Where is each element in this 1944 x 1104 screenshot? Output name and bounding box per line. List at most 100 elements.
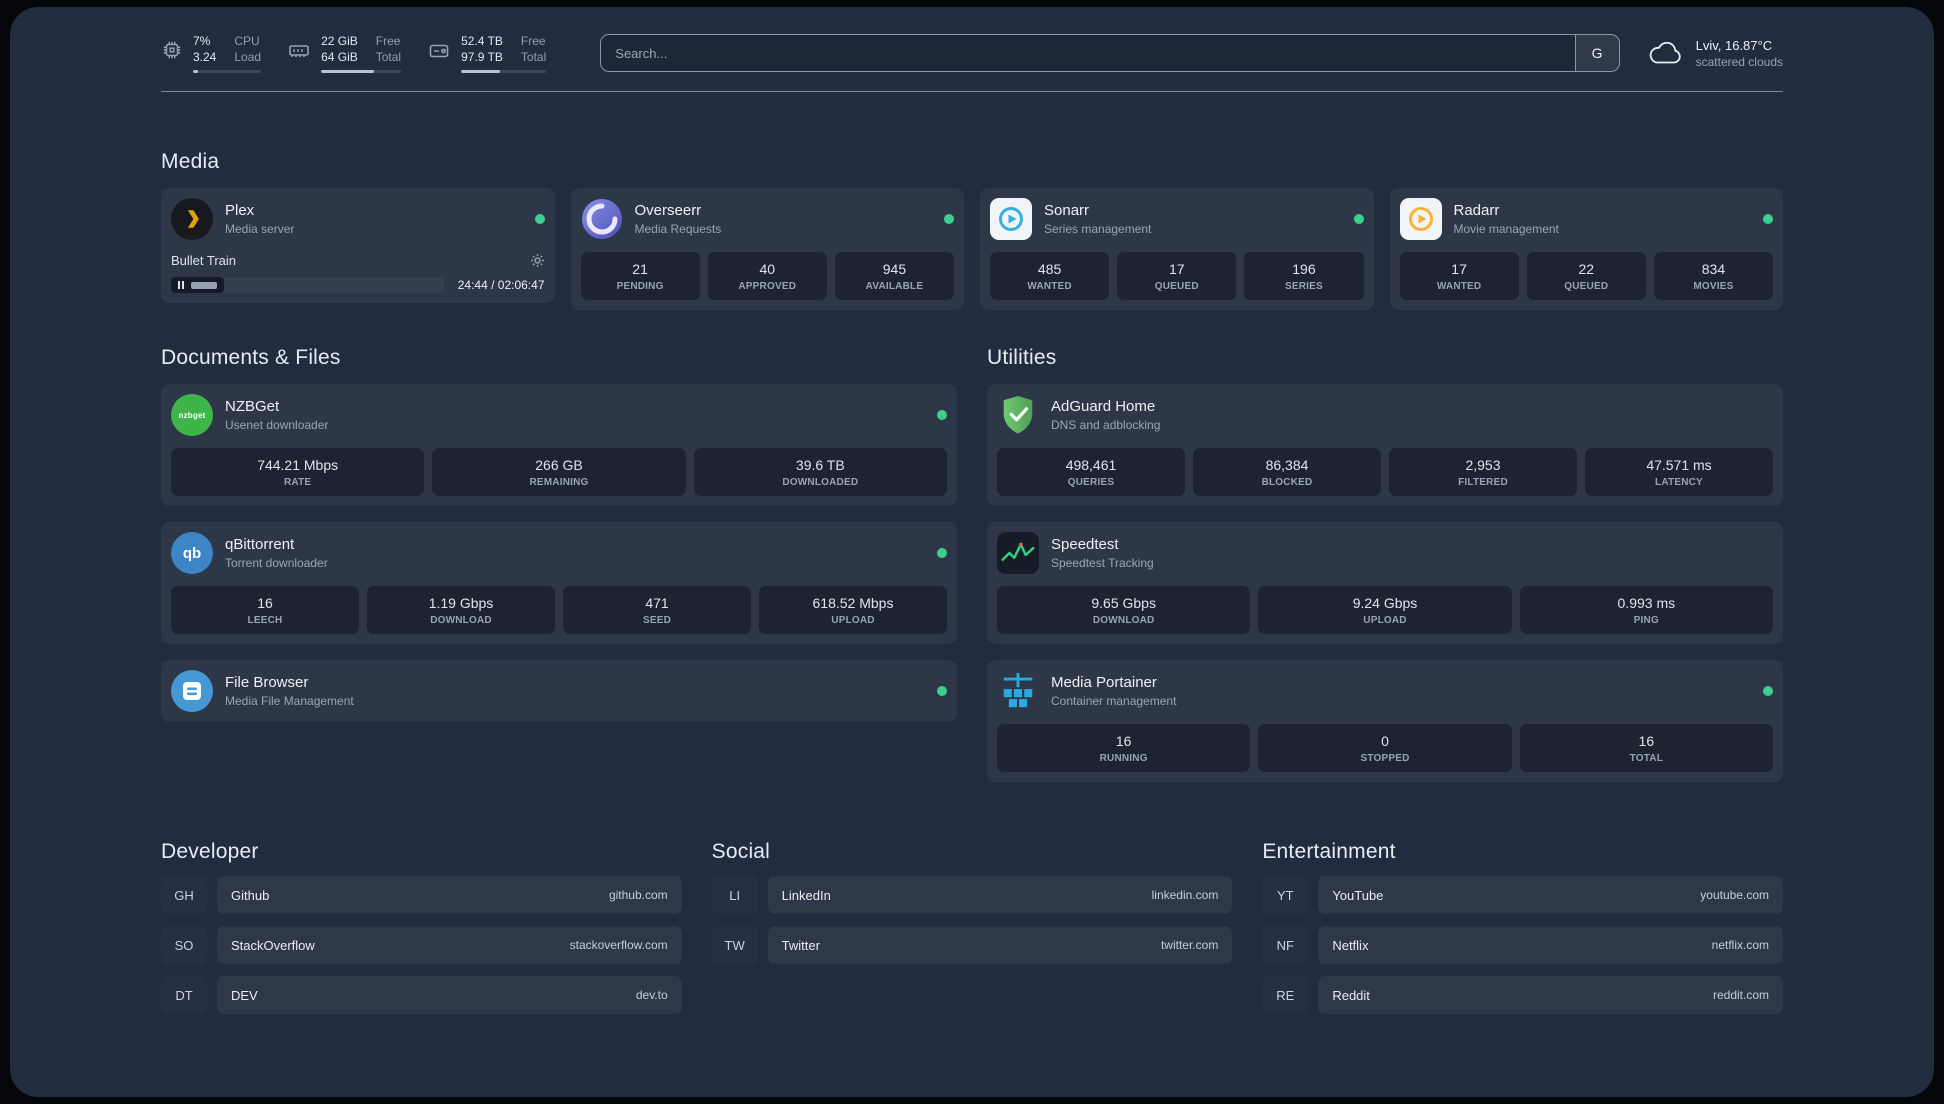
stat-tile: 266 GB REMAINING [432,448,686,496]
stat-value: 834 [1701,261,1726,277]
service-title: Radarr [1453,202,1500,219]
stat-value: 618.52 Mbps [812,595,894,611]
status-dot [1763,686,1773,696]
bookmark-link[interactable]: DEV dev.to [217,976,682,1014]
memory-progressbar [321,70,402,73]
service-link-filebrowser[interactable]: File Browser Media File Management [171,670,947,712]
bookmark-group-developer: Developer GH Github github.com SO StackO… [161,840,682,1014]
stat-value: 16 [257,595,273,611]
stat-label: SERIES [1284,281,1323,292]
bookmark-row-github[interactable]: GH Github github.com [161,876,682,914]
section-title-utilities: Utilities [987,346,1057,369]
memory-icon [287,39,311,63]
status-dot [1763,214,1773,224]
stat-value: 40 [759,261,776,277]
bookmark-abbr: RE [1262,976,1308,1014]
service-card-filebrowser: File Browser Media File Management [161,660,957,722]
service-title: Plex [225,202,255,219]
service-link-speedtest[interactable]: Speedtest Speedtest Tracking [997,532,1773,574]
bookmark-link[interactable]: YouTube youtube.com [1318,876,1783,914]
bookmark-domain: youtube.com [1700,888,1769,902]
service-title: Sonarr [1044,202,1090,219]
status-dot [944,214,954,224]
bookmark-row-netflix[interactable]: NF Netflix netflix.com [1262,926,1783,964]
service-subtitle: Speedtest Tracking [1051,556,1154,570]
service-stats: 485 WANTED 17 QUEUED 196 SERIES [990,252,1364,300]
stat-tile: 834 MOVIES [1653,252,1774,300]
bookmark-row-linkedin[interactable]: LI LinkedIn linkedin.com [712,876,1233,914]
status-dot [937,548,947,558]
service-stats: 498,461 QUERIES 86,384 BLOCKED 2,953 FIL… [997,448,1773,496]
stat-label: RUNNING [1099,753,1148,764]
bookmark-domain: stackoverflow.com [569,938,668,952]
bookmark-link[interactable]: Twitter twitter.com [767,926,1233,964]
service-link-plex[interactable]: Plex Media server [171,198,545,240]
pause-icon[interactable] [178,281,184,289]
nzbget-icon: nzbget [171,394,213,436]
cpu-progressbar [193,70,262,73]
stat-value: 196 [1292,261,1316,277]
bookmark-row-youtube[interactable]: YT YouTube youtube.com [1262,876,1783,914]
bookmark-link[interactable]: Reddit reddit.com [1318,976,1783,1014]
service-link-adguard[interactable]: AdGuard Home DNS and adblocking [997,394,1773,436]
playback-elapsed [171,277,225,293]
service-link-overseerr[interactable]: Overseerr Media Requests [581,198,954,240]
qbittorrent-icon-text: qb [182,544,202,562]
stat-tile: 86,384 BLOCKED [1193,448,1381,496]
status-dot [937,410,947,420]
search-input[interactable] [601,35,1575,71]
service-stats: 21 PENDING 40 APPROVED 945 AVAILABLE [580,252,955,300]
resource-value: 64 GiB [321,50,358,64]
stat-label: DOWNLOADED [782,477,859,488]
stat-tile: 16 RUNNING [997,724,1251,772]
bookmark-domain: dev.to [635,988,668,1002]
stat-tile: 945 AVAILABLE [834,252,955,300]
bookmark-group-entertainment: Entertainment YT YouTube youtube.com NF … [1262,840,1783,1014]
bookmark-row-dev[interactable]: DT DEV dev.to [161,976,682,1014]
section-title-media: Media [161,150,220,173]
bookmark-row-stackoverflow[interactable]: SO StackOverflow stackoverflow.com [161,926,682,964]
settings-gear-icon[interactable] [530,253,545,268]
service-card-plex: Plex Media server Bullet Train 24:44 / 0… [161,188,555,303]
service-card-nzbget: nzbget NZBGet Usenet downloader 744.21 M… [161,384,957,506]
stat-label: MOVIES [1693,281,1734,292]
stat-label: PING [1633,615,1659,626]
service-title: Media Portainer [1051,674,1157,691]
stat-value: 16 [1115,733,1132,749]
stat-tile: 498,461 QUERIES [997,448,1185,496]
service-link-nzbget[interactable]: nzbget NZBGet Usenet downloader [171,394,947,436]
stat-tile: 22 QUEUED [1526,252,1646,300]
stat-label: PENDING [616,281,664,292]
weather-condition: scattered clouds [1695,54,1783,69]
service-stats: 16 LEECH 1.19 Gbps DOWNLOAD 471 SEED 618… [171,586,947,634]
bookmark-link[interactable]: Netflix netflix.com [1318,926,1783,964]
bookmark-abbr: DT [161,976,207,1014]
bookmark-row-reddit[interactable]: RE Reddit reddit.com [1262,976,1783,1014]
sonarr-icon [990,198,1032,240]
bookmark-name: Netflix [1332,937,1369,953]
stat-tile: 0 STOPPED [1258,724,1512,772]
search-provider-button[interactable]: G [1574,35,1619,71]
cpu-icon [161,39,183,61]
cpu-progress-fill [193,70,198,73]
stat-value: 47.571 ms [1646,457,1712,473]
bookmark-name: YouTube [1332,887,1384,903]
bookmark-link[interactable]: Github github.com [217,876,682,914]
service-subtitle: Container management [1051,694,1177,708]
service-title: AdGuard Home [1051,398,1156,415]
service-link-qbittorrent[interactable]: qb qBittorrent Torrent downloader [171,532,947,574]
service-link-portainer[interactable]: Media Portainer Container management [997,670,1773,712]
bookmark-link[interactable]: StackOverflow stackoverflow.com [217,926,682,964]
service-card-speedtest: Speedtest Speedtest Tracking 9.65 Gbps D… [987,522,1783,644]
stat-value: 498,461 [1065,457,1117,473]
bookmark-abbr: YT [1262,876,1308,914]
bookmark-name: LinkedIn [781,887,831,903]
bookmark-link[interactable]: LinkedIn linkedin.com [767,876,1233,914]
bookmark-abbr: GH [161,876,207,914]
resource-widget-disk: 52.4 TB 97.9 TB Free Total [427,33,547,73]
service-link-sonarr[interactable]: Sonarr Series management [990,198,1364,240]
memory-progress-fill [321,70,374,73]
bookmark-row-twitter[interactable]: TW Twitter twitter.com [712,926,1233,964]
service-link-radarr[interactable]: Radarr Movie management [1399,198,1773,240]
playback-progressbar[interactable] [171,277,444,293]
